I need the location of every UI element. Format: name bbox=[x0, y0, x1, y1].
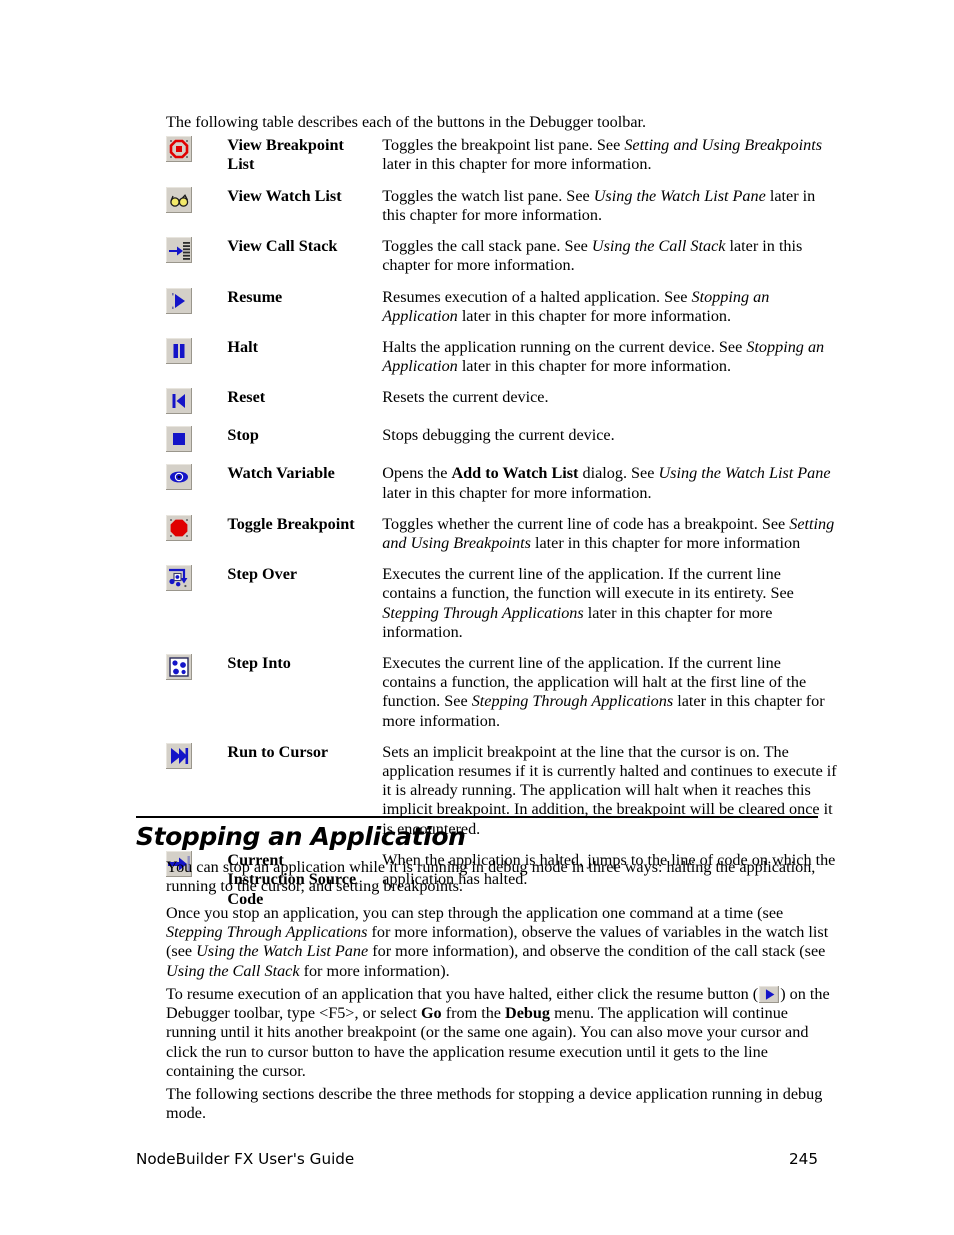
toolbar-button-cell bbox=[166, 388, 227, 426]
toolbar-button-description: Toggles the breakpoint list pane. See Se… bbox=[382, 136, 822, 174]
toolbar-button-cell bbox=[166, 565, 227, 654]
watch-variable-icon[interactable] bbox=[166, 464, 192, 491]
toolbar-button-name-line: Stop bbox=[227, 426, 259, 445]
toolbar-button-description: Halts the application running on the cur… bbox=[382, 338, 825, 376]
intro-paragraph: The following table describes each of th… bbox=[166, 113, 647, 131]
toolbar-button-name-line: View Watch List bbox=[227, 186, 342, 205]
toolbar-button-description: Resets the current device. bbox=[382, 388, 549, 407]
toolbar-button-cell bbox=[166, 136, 227, 187]
toolbar-button-description: Toggles the call stack pane. See Using t… bbox=[382, 237, 803, 275]
table-row: Step Into Executes the current line of th… bbox=[166, 654, 838, 743]
toolbar-button-name: View Call Stack bbox=[227, 237, 382, 287]
toolbar-button-description: Stops debugging the current device. bbox=[382, 426, 615, 445]
toolbar-button-description: Toggles whether the current line of code… bbox=[382, 514, 835, 553]
toolbar-button-name-line: View Breakpoint bbox=[227, 136, 344, 154]
table-row: Resume Resumes execution of a halted appl… bbox=[166, 287, 838, 338]
toolbar-button-cell bbox=[166, 514, 227, 565]
footer-document-title: NodeBuilder FX User's Guide bbox=[136, 1150, 355, 1168]
table-row: Toggle Breakpoint Toggles whether the cur… bbox=[166, 514, 838, 565]
toolbar-button-name: Step Over bbox=[227, 565, 382, 654]
step-over-icon[interactable] bbox=[166, 565, 192, 592]
toolbar-button-description: Opens the Add to Watch List dialog. See … bbox=[382, 464, 831, 502]
table-row: View Call Stack Toggles the call stack pa… bbox=[166, 237, 838, 287]
toolbar-button-name-line: Watch Variable bbox=[227, 464, 335, 483]
toolbar-button-cell bbox=[166, 237, 227, 287]
table-row: Step Over Executes the current line of th… bbox=[166, 565, 838, 654]
debugger-toolbar-table: View Breakpoint List Toggles the breakpoin… bbox=[166, 136, 838, 921]
table-row: Reset Resets the current device. bbox=[166, 388, 838, 426]
halt-icon[interactable] bbox=[166, 338, 192, 365]
toolbar-button-description: Executes the current line of the applica… bbox=[382, 654, 825, 730]
table-row: View Watch List Toggles the watch list pa… bbox=[166, 186, 838, 237]
toolbar-button-name-line: List bbox=[227, 155, 255, 174]
toolbar-button-name-line: View Call Stack bbox=[227, 237, 338, 256]
toolbar-button-name: Halt bbox=[227, 338, 382, 388]
toolbar-button-name: View Breakpoint List bbox=[227, 136, 382, 187]
toolbar-button-description: Toggles the watch list pane. See Using t… bbox=[382, 186, 816, 225]
toolbar-button-name: Stop bbox=[227, 426, 382, 464]
footer-page-number: 245 bbox=[789, 1150, 818, 1168]
toolbar-button-cell bbox=[166, 186, 227, 237]
table-row: Halt Halts the application running on the… bbox=[166, 338, 838, 388]
toolbar-button-name: View Watch List bbox=[227, 187, 382, 237]
paragraph-stop-ways: You can stop an application while it is … bbox=[166, 858, 816, 896]
table-row: Watch Variable Opens the Add to Watch Lis… bbox=[166, 464, 838, 514]
toolbar-button-name-line: Reset bbox=[227, 388, 266, 407]
document-page: The following table describes each of th… bbox=[0, 0, 954, 1235]
table-row: Stop Stops debugging the current device. bbox=[166, 426, 838, 464]
section-divider bbox=[136, 816, 818, 818]
page-heading: Stopping an Application bbox=[136, 822, 466, 851]
toolbar-button-cell bbox=[166, 464, 227, 514]
toggle-breakpoint-icon[interactable] bbox=[166, 514, 192, 541]
toolbar-button-cell bbox=[166, 287, 227, 338]
toolbar-button-name-line: Run to Cursor bbox=[227, 742, 329, 761]
toolbar-button-name: Watch Variable bbox=[227, 464, 382, 514]
toolbar-button-cell bbox=[166, 338, 227, 388]
toolbar-button-name: Resume bbox=[227, 288, 382, 338]
paragraph-following-sections: The following sections describe the thre… bbox=[166, 1085, 823, 1123]
run-to-cursor-icon[interactable] bbox=[166, 742, 192, 769]
toolbar-button-cell bbox=[166, 426, 227, 464]
step-into-icon[interactable] bbox=[166, 654, 192, 681]
paragraph-step-through: Once you stop an application, you can st… bbox=[166, 904, 829, 980]
toolbar-button-name-line: Toggle Breakpoint bbox=[227, 514, 355, 533]
toolbar-button-description: Executes the current line of the applica… bbox=[382, 565, 794, 641]
toolbar-button-name-line: Step Into bbox=[227, 654, 291, 673]
table-row: View Breakpoint List Toggles the breakpoin… bbox=[166, 136, 838, 187]
resume-icon-inline[interactable] bbox=[759, 986, 780, 1003]
stop-icon[interactable] bbox=[166, 426, 192, 453]
toolbar-button-description: Resumes execution of a halted applicatio… bbox=[382, 287, 770, 325]
view-breakpoint-list-icon[interactable] bbox=[166, 136, 192, 162]
paragraph-resume-execution: To resume execution of an application th… bbox=[166, 985, 830, 1080]
toolbar-button-name: Step Into bbox=[227, 654, 382, 743]
view-call-stack-icon[interactable] bbox=[166, 237, 192, 264]
resume-icon[interactable] bbox=[166, 287, 192, 314]
toolbar-button-cell bbox=[166, 654, 227, 743]
toolbar-button-name: Toggle Breakpoint bbox=[227, 515, 382, 565]
reset-icon[interactable] bbox=[166, 388, 192, 415]
toolbar-button-name-line: Resume bbox=[227, 287, 283, 306]
toolbar-button-name-line: Halt bbox=[227, 338, 258, 357]
view-watch-list-icon[interactable] bbox=[166, 186, 192, 213]
toolbar-button-name: Reset bbox=[227, 388, 382, 426]
toolbar-button-name-line: Step Over bbox=[227, 565, 298, 584]
